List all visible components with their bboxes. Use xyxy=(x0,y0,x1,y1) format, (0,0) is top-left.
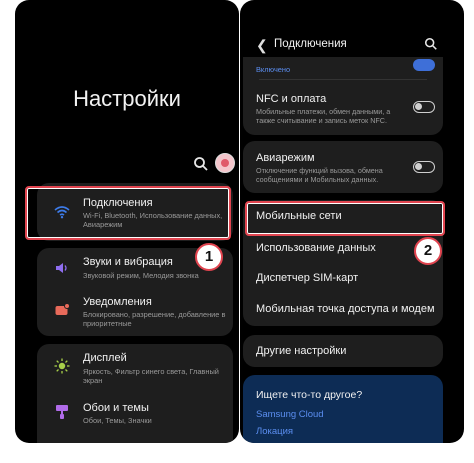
search-icon[interactable] xyxy=(193,156,209,172)
item-title: Дисплей xyxy=(83,352,127,364)
suggestion-title: Ищете что-то другое? xyxy=(256,389,363,401)
settings-item-data-usage[interactable]: Использование данных xyxy=(243,232,443,264)
step-badge: 1 xyxy=(195,243,223,271)
item-subtitle: Яркость, Фильтр синего света, Главный эк… xyxy=(83,367,219,385)
item-title: Использование данных xyxy=(256,242,376,254)
item-subtitle: Обои, Темы, Значки xyxy=(83,416,152,425)
avatar[interactable] xyxy=(215,153,235,173)
item-subtitle: Блокировано, разрешение, добавление в пр… xyxy=(83,310,226,328)
settings-item-display[interactable]: Дисплей Яркость, Фильтр синего света, Гл… xyxy=(37,344,233,392)
brush-icon xyxy=(56,405,68,419)
suggestion-link-location[interactable]: Локация xyxy=(256,426,293,437)
item-title: Авиарежим xyxy=(256,152,315,164)
brightness-icon xyxy=(54,358,70,374)
page-title: Настройки xyxy=(73,86,181,111)
suggestion-link-cloud[interactable]: Samsung Cloud xyxy=(256,409,324,420)
settings-item-nfc[interactable]: NFC и оплата Мобильные платежи, обмен да… xyxy=(243,85,443,133)
status-text: Включено xyxy=(256,65,291,74)
page-title: Подключения xyxy=(274,38,347,50)
airplane-toggle[interactable] xyxy=(413,161,435,173)
app-bar: ❮ Подключения xyxy=(240,36,464,54)
divider xyxy=(259,79,427,80)
nfc-toggle[interactable] xyxy=(413,101,435,113)
step-badge: 2 xyxy=(414,237,442,265)
settings-item-hotspot[interactable]: Мобильная точка доступа и модем xyxy=(243,295,443,326)
settings-item-airplane[interactable]: Авиарежим Отключение функций вызова, обм… xyxy=(243,141,443,193)
item-title: Звуки и вибрация xyxy=(83,256,173,268)
settings-item-notifications[interactable]: Уведомления Блокировано, разрешение, доб… xyxy=(37,292,233,336)
settings-item-other[interactable]: Другие настройки xyxy=(243,335,443,367)
highlight-frame xyxy=(25,186,231,240)
item-title: Другие настройки xyxy=(256,345,347,357)
search-icon[interactable] xyxy=(424,37,438,51)
connections-screen: ❮ Подключения Включено NFC и оплата Моби… xyxy=(240,0,464,443)
settings-item-wallpapers[interactable]: Обои и темы Обои, Темы, Значки xyxy=(37,396,233,440)
suggestion-card: Ищете что-то другое? Samsung Cloud Локац… xyxy=(243,375,443,443)
item-title: Обои и темы xyxy=(83,402,149,414)
settings-item-sim-manager[interactable]: Диспетчер SIM-карт xyxy=(243,264,443,295)
connections-card-top: Включено NFC и оплата Мобильные платежи,… xyxy=(243,57,443,135)
highlight-frame xyxy=(245,201,445,236)
settings-card-display: Дисплей Яркость, Фильтр синего света, Гл… xyxy=(37,344,233,443)
toggle-switch[interactable] xyxy=(413,59,435,71)
item-title: Мобильная точка доступа и модем xyxy=(256,303,435,315)
item-title: Уведомления xyxy=(83,296,152,308)
settings-screen: Настройки Подключения Wi-Fi, Bluetooth, … xyxy=(15,0,239,443)
item-title: Диспетчер SIM-карт xyxy=(256,272,359,284)
notification-icon xyxy=(55,303,70,315)
speaker-icon xyxy=(56,263,67,273)
item-subtitle: Мобильные платежи, обмен данными, а такж… xyxy=(256,107,391,125)
back-arrow-icon[interactable]: ❮ xyxy=(256,36,268,54)
item-subtitle: Звуковой режим, Мелодия звонка xyxy=(83,271,199,280)
item-subtitle: Отключение функций вызова, обмена сообще… xyxy=(256,166,383,184)
item-title: NFC и оплата xyxy=(256,93,327,105)
